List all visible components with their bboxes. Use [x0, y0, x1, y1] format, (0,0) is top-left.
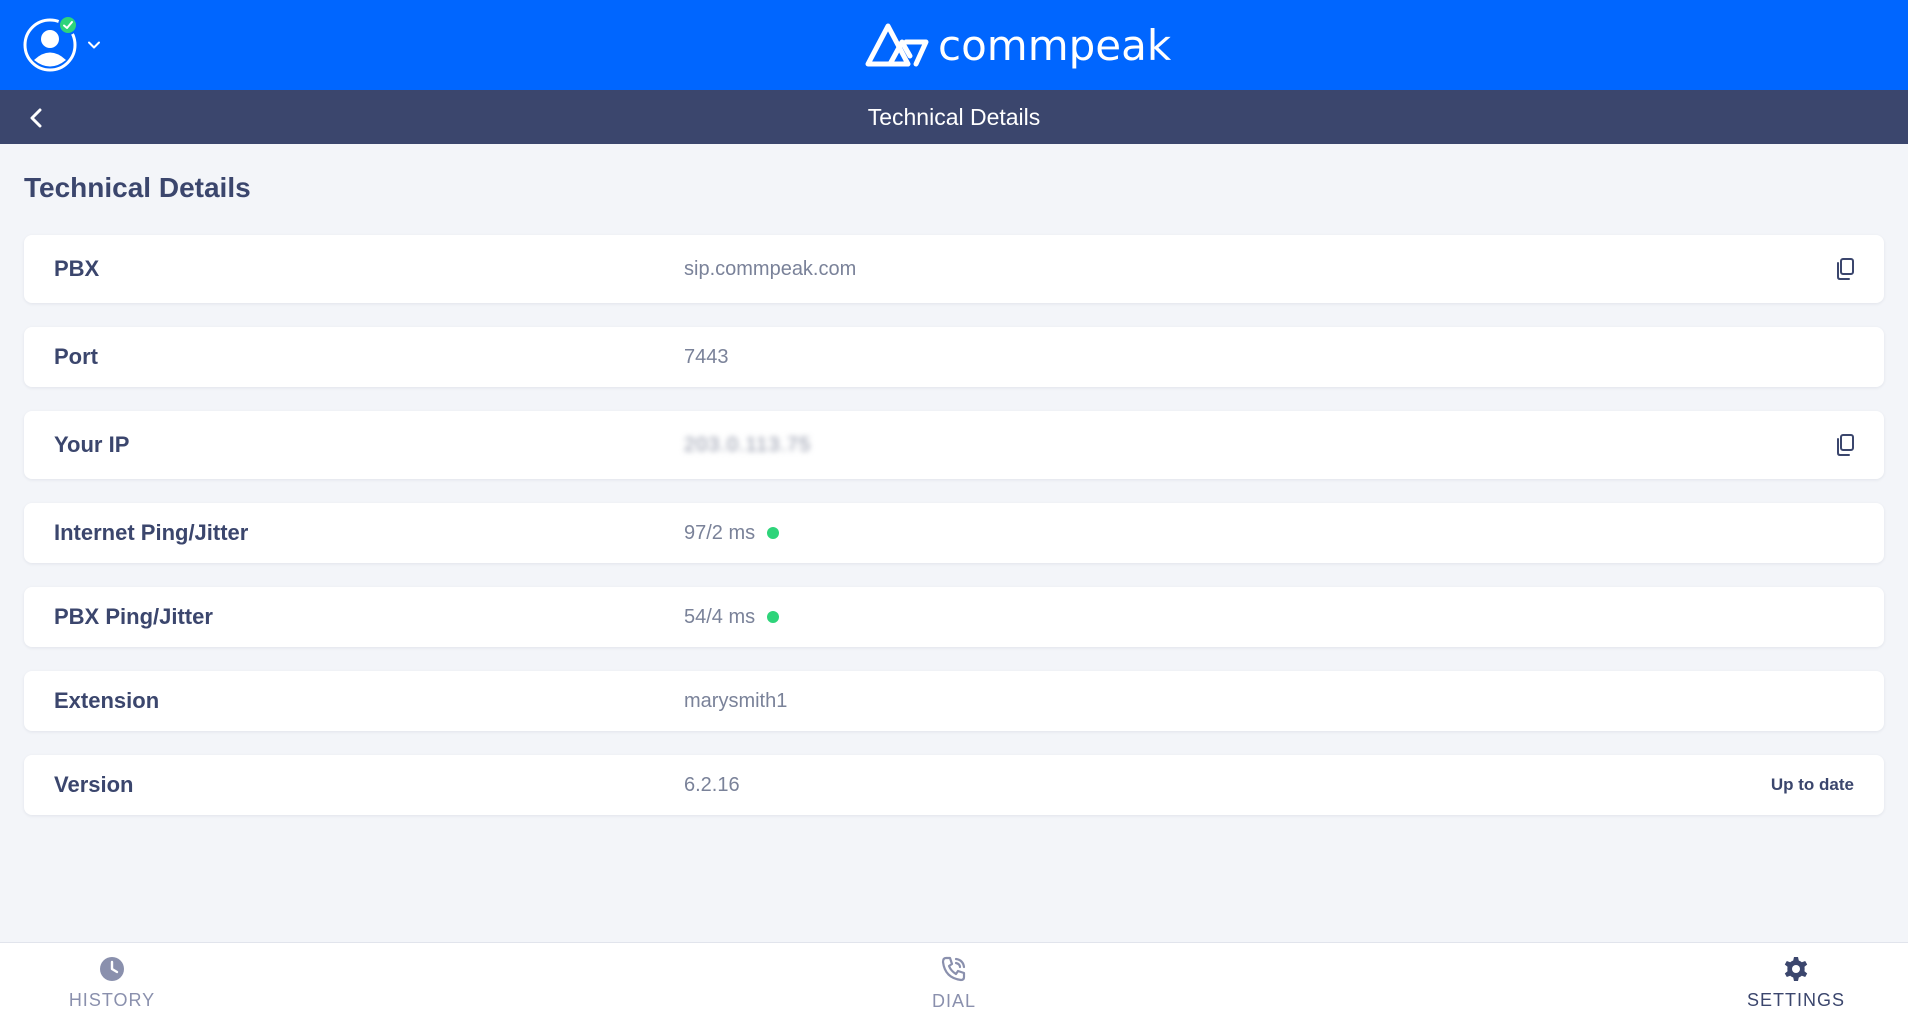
chevron-left-icon — [30, 108, 42, 128]
pbx-ping-value: 54/4 ms — [684, 605, 756, 628]
row-label: Your IP — [54, 432, 130, 457]
extension-value: marysmith1 — [684, 689, 788, 712]
detail-row-version: Version 6.2.16 Up to date — [24, 755, 1884, 815]
bottom-nav: HISTORY DIAL SETTINGS — [0, 942, 1908, 1022]
tab-settings[interactable]: SETTINGS — [1716, 943, 1876, 1022]
detail-row-pbx: PBX sip.commpeak.com — [24, 235, 1884, 303]
main-content: Technical Details PBX sip.commpeak.com P… — [0, 144, 1908, 942]
copy-ip-button[interactable] — [1834, 411, 1856, 479]
phone-icon — [941, 956, 966, 981]
status-good-indicator — [767, 527, 780, 539]
detail-row-ip: Your IP 203.0.113.75 — [24, 411, 1884, 479]
row-label: Extension — [54, 688, 160, 713]
top-header: commpeak — [0, 0, 1908, 90]
version-status: Up to date — [1770, 775, 1854, 794]
user-menu-button[interactable] — [22, 15, 112, 75]
row-value: sip.commpeak.com — [684, 235, 856, 303]
back-button[interactable] — [22, 104, 50, 132]
internet-ping-value: 97/2 ms — [684, 521, 756, 544]
check-icon — [63, 21, 73, 29]
row-value: marysmith1 — [684, 671, 787, 731]
row-label: Port — [54, 344, 98, 369]
row-value: 203.0.113.75 — [684, 411, 811, 479]
tab-label: HISTORY — [68, 989, 156, 1010]
port-value: 7443 — [684, 345, 729, 368]
row-value: 97/2 ms — [684, 503, 780, 563]
ip-value: 203.0.113.75 — [684, 433, 812, 456]
detail-row-internet-ping: Internet Ping/Jitter 97/2 ms — [24, 503, 1884, 563]
page-title: Technical Details — [24, 172, 251, 203]
detail-row-extension: Extension marysmith1 — [24, 671, 1884, 731]
tab-history[interactable]: HISTORY — [32, 943, 192, 1022]
row-label: Version — [54, 772, 134, 797]
tab-label: DIAL — [931, 990, 977, 1011]
details-list: PBX sip.commpeak.com Port 7443 Your IP 2… — [24, 235, 1884, 839]
tab-label: SETTINGS — [1746, 989, 1845, 1010]
row-value: 54/4 ms — [684, 587, 780, 647]
clock-icon — [100, 956, 124, 981]
logo-wordmark: commpeak — [938, 20, 1172, 70]
chevron-down-icon — [88, 41, 100, 49]
online-status-badge — [58, 15, 78, 35]
row-value: 6.2.16 — [684, 755, 740, 815]
copy-icon — [1837, 434, 1854, 456]
detail-row-port: Port 7443 — [24, 327, 1884, 387]
row-label: PBX — [54, 256, 100, 281]
copy-pbx-button[interactable] — [1834, 235, 1856, 303]
status-good-indicator — [767, 611, 780, 623]
brand-logo: commpeak — [864, 18, 1171, 72]
app-window: commpeak Technical Details Technical Det… — [0, 0, 1908, 1022]
logo-mark-icon — [865, 23, 929, 67]
gear-icon — [1784, 956, 1808, 981]
copy-icon — [1837, 258, 1854, 280]
row-label: Internet Ping/Jitter — [54, 520, 249, 545]
navbar-title: Technical Details — [867, 104, 1041, 130]
pbx-value: sip.commpeak.com — [684, 257, 857, 280]
page-navbar: Technical Details — [0, 90, 1908, 144]
tab-dial[interactable]: DIAL — [874, 943, 1034, 1022]
version-value: 6.2.16 — [684, 773, 740, 796]
row-value: 7443 — [684, 327, 729, 387]
user-avatar-icon — [22, 15, 78, 73]
row-label: PBX Ping/Jitter — [54, 604, 213, 629]
detail-row-pbx-ping: PBX Ping/Jitter 54/4 ms — [24, 587, 1884, 647]
